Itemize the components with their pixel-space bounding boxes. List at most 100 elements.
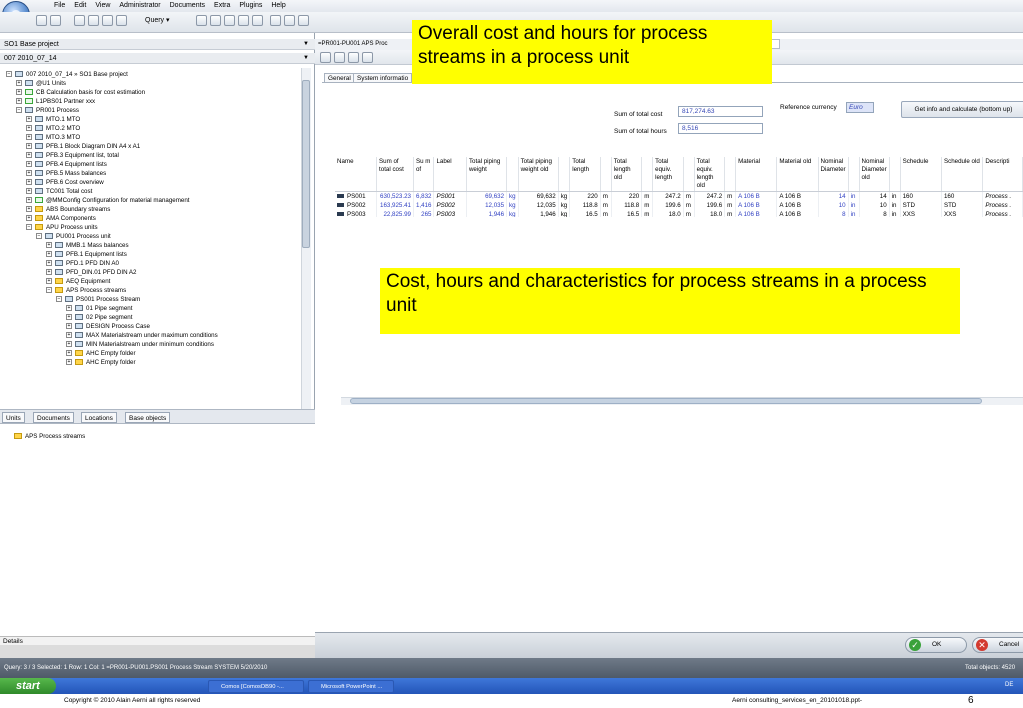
tree-node[interactable]: − PS001 Process Stream: [56, 295, 140, 304]
cell-pwo[interactable]: 69,632: [518, 191, 559, 201]
column-header[interactable]: Su m of: [413, 157, 435, 192]
cell-te[interactable]: 247.2: [652, 191, 684, 201]
expand-icon[interactable]: +: [26, 161, 32, 168]
column-header[interactable]: Sum of total cost: [376, 157, 414, 192]
cell-cost[interactable]: 163,925.41: [376, 201, 414, 210]
horizontal-scroll-thumb[interactable]: [350, 398, 982, 404]
expand-icon[interactable]: +: [46, 269, 52, 276]
tree-node[interactable]: + PFB.1 Block Diagram DIN A4 x A1: [26, 142, 140, 151]
cell-nd[interactable]: 8: [818, 210, 849, 217]
cell-pwo[interactable]: 1,946: [518, 210, 559, 217]
cell-nd[interactable]: 10: [818, 201, 849, 210]
tree-node[interactable]: + PFD.1 PFD DIN A0: [46, 259, 119, 268]
cell-teo[interactable]: 199.6: [694, 201, 726, 210]
tree-node[interactable]: + CB Calculation basis for cost estimatio…: [16, 88, 145, 97]
column-header[interactable]: Nominal Diameter old: [859, 157, 890, 192]
column-header[interactable]: [724, 157, 737, 192]
expand-icon[interactable]: +: [66, 341, 72, 348]
tree-node[interactable]: + AEQ Equipment: [46, 277, 110, 286]
details-tab[interactable]: Details: [0, 636, 315, 645]
tree-scroll-thumb[interactable]: [302, 80, 310, 248]
expand-icon[interactable]: +: [66, 350, 72, 357]
cell-tl[interactable]: 118.8: [569, 201, 601, 210]
tree-node[interactable]: + MIN Materialstream under minimum condit…: [66, 340, 214, 349]
cell-cost[interactable]: 22,825.99: [376, 210, 414, 217]
tree-node[interactable]: + @MMConfig Configuration for material ma…: [26, 196, 190, 205]
expand-icon[interactable]: +: [26, 134, 32, 141]
cell-scho[interactable]: STD: [941, 201, 984, 210]
column-header[interactable]: Total length old: [611, 157, 643, 192]
menu-item[interactable]: Help: [271, 2, 285, 9]
column-header[interactable]: Total piping weight old: [518, 157, 559, 192]
expand-icon[interactable]: +: [26, 116, 32, 123]
taskbar-item-comos[interactable]: Comos [ComosDB90 -...: [208, 680, 304, 693]
column-header[interactable]: Total equiv. length: [652, 157, 684, 192]
cell-pwu[interactable]: kg: [506, 210, 519, 217]
cell-pw[interactable]: 1,946: [466, 210, 508, 217]
cell-cost[interactable]: 630,523.23: [376, 191, 414, 201]
collapse-icon[interactable]: −: [36, 233, 42, 240]
lock-icon[interactable]: [362, 52, 373, 63]
expand-icon[interactable]: +: [66, 305, 72, 312]
expand-icon[interactable]: +: [26, 125, 32, 132]
tool-icon[interactable]: [284, 15, 295, 26]
cell-teou[interactable]: m: [724, 210, 737, 217]
cell-tlu[interactable]: m: [600, 210, 612, 217]
save-icon[interactable]: [102, 15, 113, 26]
back-icon[interactable]: [36, 15, 47, 26]
tab-units[interactable]: Units: [2, 412, 25, 423]
expand-icon[interactable]: +: [66, 359, 72, 366]
expand-icon[interactable]: +: [26, 152, 32, 159]
menu-item[interactable]: File: [54, 2, 65, 9]
cell-hours[interactable]: 1,416: [413, 201, 435, 210]
cell-desc[interactable]: Process .: [982, 191, 1023, 201]
tree-node[interactable]: + PFB.3 Equipment list, total: [26, 151, 119, 160]
cell-pwou[interactable]: kg: [558, 191, 571, 201]
cell-nd[interactable]: 14: [818, 191, 849, 201]
tree-node[interactable]: + MTO.3 MTO: [26, 133, 80, 142]
column-header[interactable]: [600, 157, 612, 192]
tab-locations[interactable]: Locations: [81, 412, 117, 423]
expand-icon[interactable]: +: [46, 278, 52, 285]
column-header[interactable]: [558, 157, 571, 192]
cell-pwu[interactable]: kg: [506, 191, 519, 201]
table-row[interactable]: PS002 163,925.41 1,416 PS002 12,035 kg 12,035 k…: [335, 201, 1023, 210]
tree-node[interactable]: + DESIGN Process Case: [66, 322, 150, 331]
cell-pwu[interactable]: kg: [506, 201, 519, 210]
column-header[interactable]: Schedule: [900, 157, 942, 192]
cell-ndou[interactable]: in: [889, 210, 901, 217]
collapse-icon[interactable]: −: [26, 224, 32, 231]
cell-pwou[interactable]: kg: [558, 210, 571, 217]
cell-tl[interactable]: 220: [569, 191, 601, 201]
cell-tlo[interactable]: 220: [611, 191, 643, 201]
cell-hours[interactable]: 6,832: [413, 191, 435, 201]
cell-teu[interactable]: m: [683, 210, 695, 217]
column-header[interactable]: Total piping weight: [466, 157, 508, 192]
taskbar-item-powerpoint[interactable]: Microsoft PowerPoint ...: [308, 680, 394, 693]
table-row[interactable]: PS001 630,523.23 6,832 PS001 69,632 kg 69,632 k…: [335, 191, 1023, 201]
cell-ndu[interactable]: in: [848, 191, 860, 201]
column-header[interactable]: Nominal Diameter: [818, 157, 849, 192]
tree-node[interactable]: + PFD_DIN.01 PFD DIN A2: [46, 268, 137, 277]
column-header[interactable]: [889, 157, 901, 192]
tab-base-objects[interactable]: Base objects: [125, 412, 171, 423]
column-header[interactable]: [641, 157, 654, 192]
cell-ndo[interactable]: 8: [859, 210, 890, 217]
cell-teo[interactable]: 18.0: [694, 210, 726, 217]
column-header[interactable]: Total length: [569, 157, 601, 192]
cell-teu[interactable]: m: [683, 191, 695, 201]
expand-icon[interactable]: +: [26, 206, 32, 213]
cell-tlo[interactable]: 16.5: [611, 210, 643, 217]
cell-pwo[interactable]: 12,035: [518, 201, 559, 210]
cell-mato[interactable]: A 106 B: [776, 210, 819, 217]
cell-ndou[interactable]: in: [889, 201, 901, 210]
cell-label[interactable]: PS001: [433, 191, 467, 201]
column-header[interactable]: Total equiv. length old: [694, 157, 726, 192]
tree-node[interactable]: − 007 2010_07_14 » SO1 Base project: [6, 70, 128, 79]
cell-tlo[interactable]: 118.8: [611, 201, 643, 210]
expand-icon[interactable]: +: [16, 89, 22, 96]
subproject-title[interactable]: 007 2010_07_14 ▼: [0, 53, 315, 64]
tool-icon[interactable]: [224, 15, 235, 26]
expand-icon[interactable]: +: [26, 143, 32, 150]
cell-pw[interactable]: 12,035: [466, 201, 508, 210]
